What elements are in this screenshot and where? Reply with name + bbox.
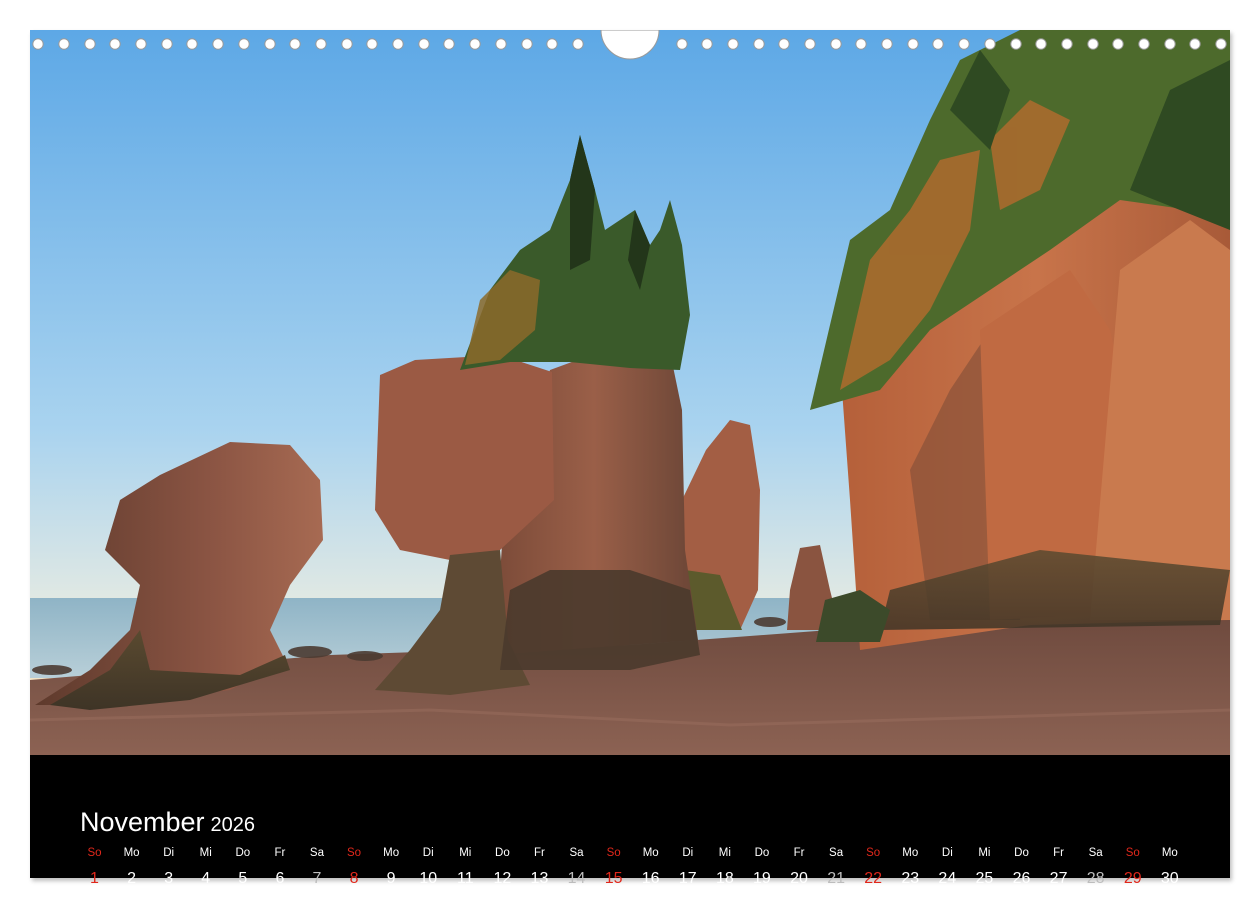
day-cell: Do 19 (743, 845, 780, 891)
weekday-label: Sa (1088, 847, 1103, 859)
day-number: 5 (238, 870, 248, 887)
day-number: 23 (901, 870, 920, 887)
day-cell: Mi 25 (966, 845, 1003, 891)
weekday-label: Mo (902, 847, 919, 859)
day-cell: Sa 21 (818, 845, 855, 891)
day-number: 18 (715, 870, 734, 887)
day-number: 21 (827, 870, 845, 887)
weekday-label: So (347, 847, 362, 859)
weekday-label: Mi (718, 847, 731, 859)
day-cell: Fr 27 (1040, 845, 1077, 891)
day-cell: So 1 (76, 845, 113, 891)
weekday-label: Sa (309, 847, 324, 859)
day-cell: Mi 18 (706, 845, 743, 891)
day-number: 28 (1086, 870, 1105, 887)
day-number: 15 (604, 870, 623, 887)
day-number: 20 (790, 870, 808, 887)
day-cell: Mi 4 (187, 845, 224, 891)
weekday-label: Mo (123, 847, 140, 859)
weekday-label: Mo (383, 847, 400, 859)
weekday-label: Fr (534, 847, 545, 859)
day-cell: Sa 14 (558, 845, 595, 891)
day-cell: So 15 (595, 845, 632, 891)
day-number: 19 (753, 870, 771, 887)
wire-binding (30, 30, 1230, 60)
day-cell: So 29 (1114, 845, 1151, 891)
day-number: 12 (493, 870, 512, 887)
weekday-label: Mo (642, 847, 659, 859)
day-number: 27 (1049, 870, 1068, 887)
weekday-label: Fr (1053, 847, 1064, 859)
day-cell: Fr 20 (781, 845, 818, 891)
day-number: 7 (312, 870, 322, 887)
day-number: 29 (1123, 870, 1142, 887)
day-cell: Fr 13 (521, 845, 558, 891)
month-title: November 2026 (80, 807, 255, 838)
day-cell: So 8 (336, 845, 373, 891)
calendar-footer: November 2026 So 1 Mo 2 Di 3 Mi 4 Do 5 Fr 6 Sa 7 So 8 Mo 9… (30, 755, 1230, 887)
month-name: November (80, 807, 205, 837)
weekday-label: Fr (793, 847, 805, 859)
day-number: 16 (641, 870, 660, 887)
weekday-label: Mo (1161, 847, 1178, 859)
weekday-label: Sa (569, 847, 584, 859)
weekday-label: Di (682, 847, 694, 859)
day-number: 4 (201, 870, 211, 887)
day-cell: Mo 30 (1151, 845, 1188, 891)
day-cell: So 22 (855, 845, 892, 891)
day-cell: Mi 11 (447, 845, 484, 891)
weekday-label: Di (422, 847, 434, 859)
weekday-label: Do (1014, 847, 1029, 859)
weekday-label: Do (754, 847, 770, 859)
day-cell: Do 5 (224, 845, 261, 891)
weekday-label: Sa (829, 847, 844, 859)
day-number: 14 (567, 870, 586, 887)
day-number: 6 (275, 870, 285, 887)
year-label: 2026 (210, 814, 256, 836)
day-number: 2 (127, 870, 137, 887)
weekday-label: Mi (199, 847, 212, 859)
day-cell: Mo 16 (632, 845, 669, 891)
day-number: 13 (530, 870, 549, 887)
day-number: 24 (938, 870, 957, 887)
day-number: 11 (456, 870, 474, 887)
day-cell: Mo 23 (892, 845, 929, 891)
weekday-label: Di (163, 847, 175, 859)
day-cell: Di 17 (669, 845, 706, 891)
day-cell: Sa 7 (298, 845, 335, 891)
day-cell: Mo 2 (113, 845, 150, 891)
day-cell: Sa 28 (1077, 845, 1114, 891)
day-number: 25 (975, 870, 994, 887)
calendar-sheet: November 2026 So 1 Mo 2 Di 3 Mi 4 Do 5 Fr 6 Sa 7 So 8 Mo 9… (30, 30, 1230, 887)
day-number: 10 (419, 870, 438, 887)
day-cell: Fr 6 (261, 845, 298, 891)
day-cell: Do 12 (484, 845, 521, 891)
landscape-photo (30, 30, 1230, 755)
day-number: 17 (678, 870, 697, 887)
day-cell: Do 26 (1003, 845, 1040, 891)
day-number: 9 (386, 870, 396, 887)
day-number: 1 (90, 870, 99, 887)
day-number: 26 (1012, 870, 1031, 887)
weekday-label: Di (941, 847, 953, 859)
day-number: 22 (864, 870, 883, 887)
day-number: 30 (1160, 870, 1179, 887)
day-cell: Di 24 (929, 845, 966, 891)
day-cell: Mo 9 (373, 845, 410, 891)
weekday-label: Fr (274, 847, 286, 859)
weekday-label: So (1125, 847, 1140, 859)
weekday-label: Mi (978, 847, 991, 859)
weekday-label: So (606, 847, 621, 859)
day-cell: Di 3 (150, 845, 187, 891)
weekday-label: Do (235, 847, 251, 859)
weekday-label: So (87, 847, 102, 859)
weekday-label: Do (495, 847, 510, 859)
weekday-label: So (866, 847, 881, 859)
day-number: 3 (164, 870, 174, 887)
day-number: 8 (349, 870, 359, 887)
day-strip: So 1 Mo 2 Di 3 Mi 4 Do 5 Fr 6 Sa 7 So 8 Mo 9 Di 10 Mi 11 Do 12 F… (76, 845, 1226, 895)
day-cell: Di 10 (410, 845, 447, 891)
calendar-page: November 2026 So 1 Mo 2 Di 3 Mi 4 Do 5 Fr 6 Sa 7 So 8 Mo 9… (0, 0, 1260, 908)
weekday-label: Mi (459, 847, 472, 859)
